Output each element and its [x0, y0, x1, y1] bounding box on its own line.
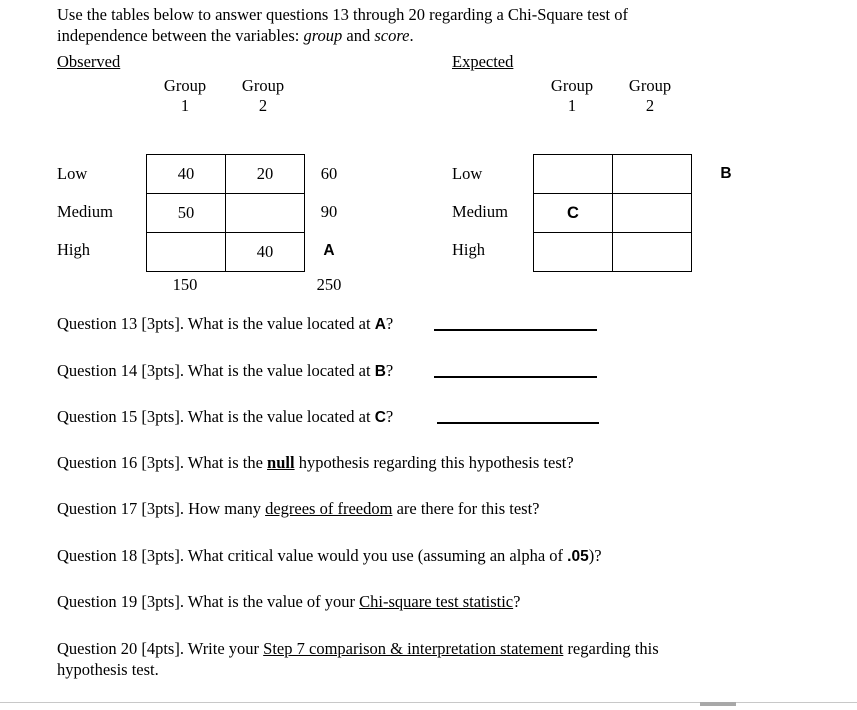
worksheet-page: Use the tables below to answer questions…	[0, 0, 857, 710]
expected-colheader-1-line2: 2	[645, 96, 655, 115]
table-row: 50	[146, 193, 305, 233]
question-19-prefix: Question 19 [3pts]. What is the value of…	[57, 592, 360, 611]
answer-line-13[interactable]	[434, 329, 597, 331]
question-15: Question 15 [3pts]. What is the value lo…	[57, 406, 393, 428]
table-row: 40 20	[146, 154, 305, 194]
question-19-suffix: ?	[513, 592, 521, 611]
horizontal-scrollbar-thumb[interactable]	[700, 702, 736, 706]
question-18-prefix: Question 18 [3pts]. What critical value …	[57, 546, 568, 565]
question-18-emphasis: .05	[567, 548, 589, 565]
question-20-prefix: Question 20 [4pts]. Write your	[57, 639, 264, 658]
question-15-marker: C	[374, 409, 386, 426]
intro-line-1: Use the tables below to answer questions…	[57, 5, 628, 24]
observed-rowlabel-high: High	[57, 240, 90, 259]
table-row	[533, 154, 692, 194]
question-18-suffix: )?	[588, 546, 602, 565]
observed-rowtotal-high-marker-a: A	[323, 242, 335, 259]
question-15-prefix: Question 15 [3pts]. What is the value lo…	[57, 407, 375, 426]
question-16: Question 16 [3pts]. What is the null hyp…	[57, 452, 574, 473]
observed-rowlabel-medium: Medium	[57, 202, 113, 221]
observed-table-block: Observed Group 1 Group 2 Low Medium High…	[57, 52, 357, 294]
observed-colheader-0-line1: Group	[163, 76, 207, 95]
intro-period: .	[409, 26, 414, 45]
observed-colheader-0: Group 1	[146, 76, 224, 116]
observed-colheader-0-line2: 1	[180, 96, 190, 115]
observed-caption: Observed	[57, 52, 121, 71]
question-16-prefix: Question 16 [3pts]. What is the	[57, 453, 268, 472]
expected-caption: Expected	[452, 52, 514, 71]
question-20-emphasis: Step 7 comparison & interpretation state…	[263, 639, 564, 658]
observed-cell-low-g1[interactable]: 40	[146, 154, 226, 194]
question-14-prefix: Question 14 [3pts]. What is the value lo…	[57, 361, 375, 380]
observed-cell-high-g2[interactable]: 40	[225, 232, 305, 272]
expected-colheader-0: Group 1	[533, 76, 611, 116]
expected-grid: Group 1 Group 2 Low Medium High C B	[452, 76, 752, 291]
question-13: Question 13 [3pts]. What is the value lo…	[57, 313, 393, 335]
expected-cell-low-g2[interactable]	[612, 154, 692, 194]
expected-rowlabel-high: High	[452, 240, 485, 259]
question-19-emphasis: Chi-square test statistic	[359, 592, 514, 611]
question-17-prefix: Question 17 [3pts]. How many	[57, 499, 266, 518]
expected-table-block: Expected Group 1 Group 2 Low Medium High	[452, 52, 752, 291]
question-18: Question 18 [3pts]. What critical value …	[57, 545, 602, 567]
answer-line-15[interactable]	[437, 422, 599, 424]
observed-rowtotal-medium: 90	[320, 202, 338, 221]
observed-rowtotal-low: 60	[320, 164, 338, 183]
answer-line-14[interactable]	[434, 376, 597, 378]
observed-colheader-1-line1: Group	[241, 76, 285, 95]
table-row: 40	[146, 232, 305, 272]
question-13-prefix: Question 13 [3pts]. What is the value lo…	[57, 314, 375, 333]
expected-cell-high-g2[interactable]	[612, 232, 692, 272]
question-17: Question 17 [3pts]. How many degrees of …	[57, 498, 540, 519]
observed-colheader-1: Group 2	[224, 76, 302, 116]
expected-cell-medium-g2[interactable]	[612, 193, 692, 233]
question-14: Question 14 [3pts]. What is the value lo…	[57, 360, 393, 382]
question-16-suffix: hypothesis regarding this hypothesis tes…	[294, 453, 574, 472]
observed-grandtotal: 250	[316, 275, 342, 294]
observed-colheader-1-line2: 2	[258, 96, 268, 115]
question-20: Question 20 [4pts]. Write your Step 7 co…	[57, 638, 727, 680]
observed-cell-medium-g2[interactable]	[225, 193, 305, 233]
expected-colheader-0-line1: Group	[550, 76, 594, 95]
observed-cell-low-g2[interactable]: 20	[225, 154, 305, 194]
question-13-marker: A	[374, 316, 386, 333]
expected-matrix: C	[533, 154, 692, 272]
expected-rowlabel-medium: Medium	[452, 202, 508, 221]
question-16-emphasis: null	[267, 453, 295, 472]
expected-cell-medium-g1-marker-c[interactable]: C	[533, 193, 613, 233]
question-15-suffix: ?	[385, 407, 394, 426]
intro-conjunction: and	[342, 26, 375, 45]
question-13-suffix: ?	[385, 314, 394, 333]
question-17-suffix: are there for this test?	[392, 499, 540, 518]
table-row	[533, 232, 692, 272]
expected-cell-high-g1[interactable]	[533, 232, 613, 272]
observed-cell-high-g1[interactable]	[146, 232, 226, 272]
variable-group: group	[303, 26, 343, 45]
intro-paragraph: Use the tables below to answer questions…	[57, 4, 697, 46]
variable-score: score	[374, 26, 410, 45]
expected-colheader-0-line2: 1	[567, 96, 577, 115]
observed-cell-medium-g1[interactable]: 50	[146, 193, 226, 233]
question-19: Question 19 [3pts]. What is the value of…	[57, 591, 520, 612]
expected-rowtotal-low-marker-b: B	[720, 165, 732, 182]
expected-colheader-1: Group 2	[611, 76, 689, 116]
observed-grid: Group 1 Group 2 Low Medium High 40 20 50…	[57, 76, 357, 294]
question-17-emphasis: degrees of freedom	[265, 499, 393, 518]
expected-rowlabel-low: Low	[452, 164, 483, 183]
observed-rowlabel-low: Low	[57, 164, 88, 183]
expected-colheader-1-line1: Group	[628, 76, 672, 95]
question-14-marker: B	[374, 363, 386, 380]
observed-coltotal-g1: 150	[172, 275, 198, 294]
intro-line-2-prefix: independence between the variables:	[57, 26, 304, 45]
question-14-suffix: ?	[385, 361, 394, 380]
expected-cell-low-g1[interactable]	[533, 154, 613, 194]
observed-matrix: 40 20 50 40	[146, 154, 305, 272]
table-row: C	[533, 193, 692, 233]
